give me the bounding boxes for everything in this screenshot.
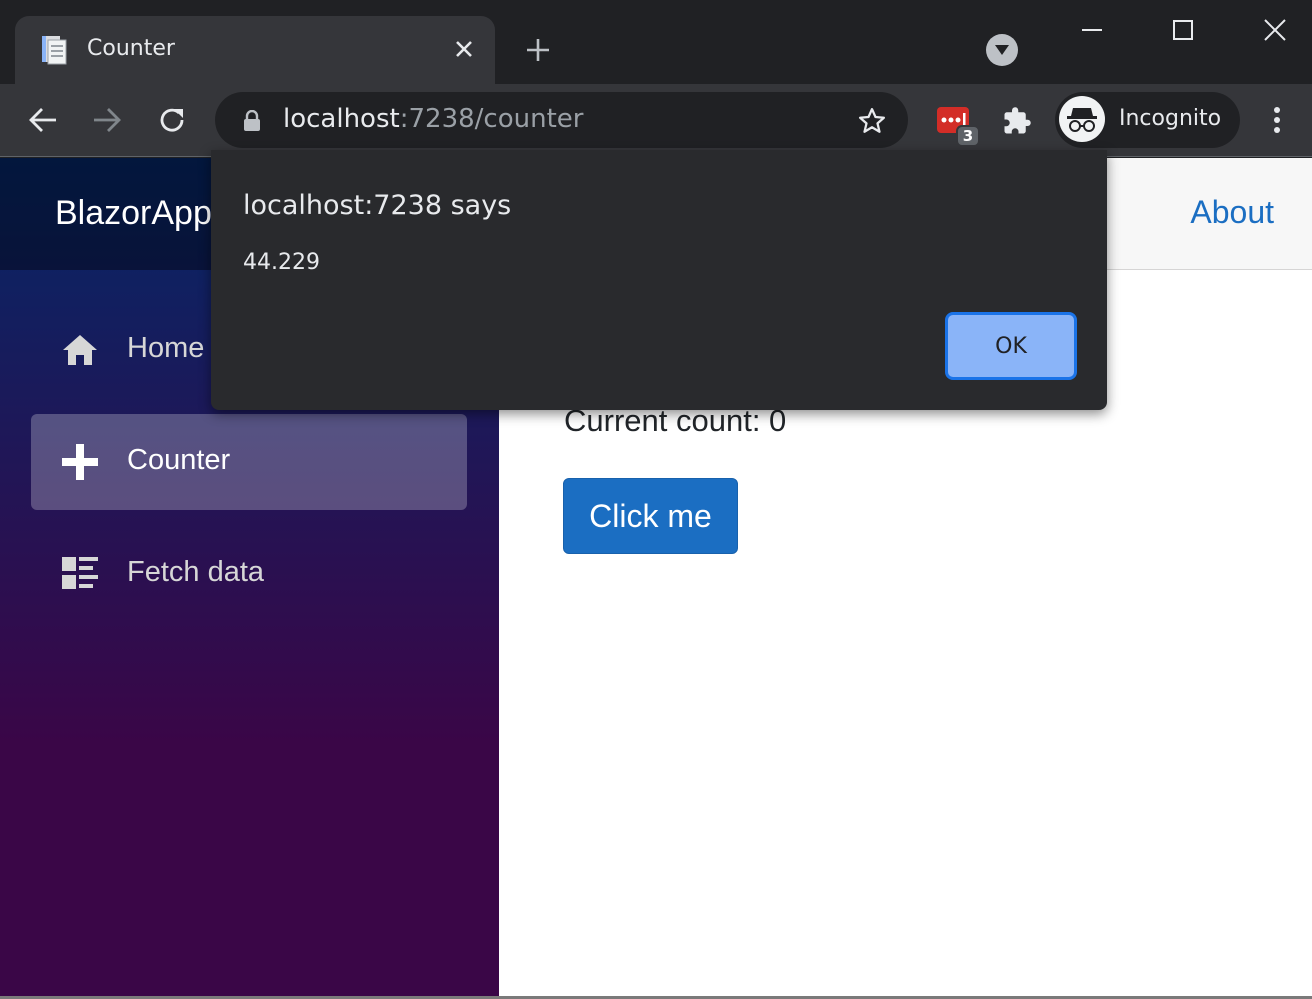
new-tab-icon[interactable]	[520, 32, 556, 68]
forward-arrow-icon[interactable]	[87, 100, 127, 140]
extension-badge: 3	[956, 125, 980, 147]
tab-counter[interactable]: Counter	[15, 16, 495, 84]
brand-link[interactable]: BlazorApp	[55, 194, 212, 233]
nav-label-fetch-data: Fetch data	[127, 556, 265, 588]
url-text: localhost:7238/counter	[283, 104, 583, 134]
dialog-title: localhost:7238 says	[243, 190, 512, 221]
nav-item-fetch-data[interactable]: Fetch data	[31, 526, 467, 622]
bookmark-star-icon[interactable]	[855, 104, 889, 138]
nav-label-home: Home	[127, 332, 205, 364]
incognito-icon	[1059, 96, 1105, 142]
alert-dialog: localhost:7238 says 44.229 OK	[211, 150, 1107, 410]
browser-window: Counter localhost:7238/counter 3 Incogni…	[0, 0, 1312, 999]
tab-strip: Counter	[0, 0, 1312, 84]
click-me-button[interactable]: Click me	[563, 478, 738, 554]
url-host: localhost	[283, 104, 400, 134]
list-icon	[61, 556, 99, 592]
incognito-profile-button[interactable]: Incognito	[1055, 92, 1240, 148]
dialog-message: 44.229	[243, 250, 320, 275]
close-tab-icon[interactable]	[449, 34, 479, 64]
extensions-puzzle-icon[interactable]	[998, 102, 1036, 140]
tab-title: Counter	[87, 36, 175, 61]
address-bar[interactable]: localhost:7238/counter	[215, 92, 908, 148]
maximize-icon[interactable]	[1161, 8, 1205, 52]
close-window-icon[interactable]	[1253, 8, 1297, 52]
nav-item-counter[interactable]: Counter	[31, 414, 467, 510]
browser-toolbar: localhost:7238/counter 3 Incognito	[0, 84, 1312, 157]
more-menu-icon[interactable]	[1262, 100, 1292, 140]
incognito-label: Incognito	[1119, 106, 1222, 131]
page-icon	[42, 36, 67, 65]
nav-label-counter: Counter	[127, 444, 231, 476]
plus-icon	[61, 444, 99, 480]
home-icon	[61, 332, 99, 368]
reload-icon[interactable]	[152, 100, 192, 140]
lock-icon[interactable]	[243, 110, 261, 132]
tab-search-icon[interactable]	[986, 34, 1018, 66]
dialog-ok-button[interactable]: OK	[945, 312, 1077, 380]
back-arrow-icon[interactable]	[23, 100, 63, 140]
minimize-icon[interactable]	[1070, 8, 1114, 52]
about-link[interactable]: About	[1190, 194, 1274, 231]
url-path: :7238/counter	[399, 104, 584, 134]
